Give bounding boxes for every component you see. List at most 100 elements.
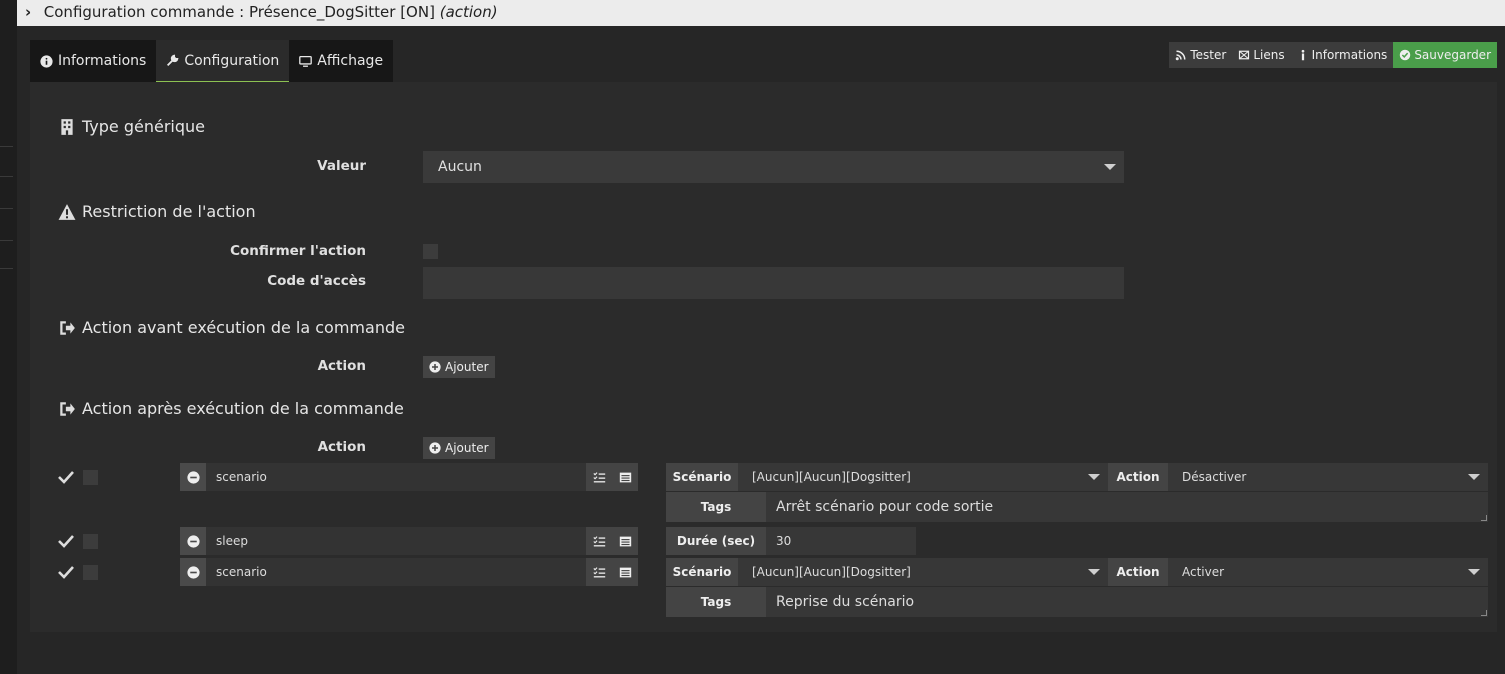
resize-handle-icon[interactable]	[1481, 610, 1487, 616]
tags-label: Tags	[666, 492, 766, 522]
row-options-checkbox[interactable]	[83, 534, 98, 549]
tab-affichage-label: Affichage	[317, 53, 384, 69]
tester-button[interactable]: Tester	[1169, 42, 1233, 68]
select-command-button[interactable]	[586, 558, 612, 586]
window-titlebar[interactable]: › Configuration commande : Présence_DogS…	[17, 0, 1505, 26]
command-input[interactable]: sleep	[216, 527, 248, 555]
command-input[interactable]: scenario	[216, 463, 267, 491]
window-title: Configuration commande : Présence_DogSit…	[43, 3, 435, 21]
save-label: Sauvegarder	[1414, 48, 1491, 62]
access-code-input[interactable]	[423, 267, 1124, 299]
links-icon	[1239, 50, 1250, 60]
scenario-label: Scénario	[666, 463, 738, 491]
before-action-label: Action	[317, 358, 366, 374]
action-value: Activer	[1182, 565, 1225, 579]
configuration-panel: Type générique Valeur Aucun Restriction …	[30, 82, 1497, 632]
remove-action-button[interactable]	[180, 463, 206, 491]
window-title-suffix: (action)	[439, 3, 498, 21]
access-code-label: Code d'accès	[267, 273, 366, 289]
minus-circle-icon	[186, 565, 200, 579]
enabled-check-icon[interactable]	[58, 470, 74, 484]
scenario-select[interactable]: [Aucun][Aucun][Dogsitter]	[738, 463, 1108, 491]
tab-informations[interactable]: Informations	[30, 40, 157, 82]
warning-icon	[58, 203, 76, 220]
caret-down-icon	[1468, 474, 1480, 480]
table-row: scenario	[180, 463, 638, 491]
tags-textarea[interactable]: Reprise du scénario	[766, 587, 1488, 617]
section-generic-type: Type générique	[58, 117, 205, 136]
action-value: Désactiver	[1182, 470, 1247, 484]
save-button[interactable]: Sauvegarder	[1393, 42, 1497, 68]
action-select[interactable]: Activer	[1168, 558, 1488, 586]
tags-label: Tags	[666, 587, 766, 617]
resize-handle-icon[interactable]	[1481, 515, 1487, 521]
after-add-button[interactable]: Ajouter	[423, 437, 495, 459]
section-title: Type générique	[82, 117, 205, 136]
add-label: Ajouter	[445, 441, 489, 455]
generic-type-select[interactable]: Aucun	[423, 151, 1124, 183]
section-restriction: Restriction de l'action	[58, 202, 256, 221]
tags-value: Arrêt scénario pour code sortie	[776, 499, 994, 515]
tasks-icon	[592, 471, 605, 482]
minus-circle-icon	[186, 470, 200, 484]
tags-textarea[interactable]: Arrêt scénario pour code sortie	[766, 492, 1488, 522]
top-toolbar: Tester Liens Informations Sauvegarder	[1169, 42, 1497, 68]
row-options-checkbox[interactable]	[83, 565, 98, 580]
tags-value: Reprise du scénario	[776, 594, 915, 610]
info-circle-icon	[40, 54, 53, 68]
list-command-button[interactable]	[612, 463, 638, 491]
table-row: scenario	[180, 558, 638, 586]
tab-affichage[interactable]: Affichage	[289, 40, 394, 82]
action-label: Action	[1108, 558, 1168, 586]
caret-down-icon	[1104, 164, 1116, 170]
after-action-label: Action	[317, 439, 366, 455]
tab-configuration[interactable]: Configuration	[156, 40, 290, 82]
section-after-action: Action après exécution de la commande	[58, 399, 404, 418]
scenario-select[interactable]: [Aucun][Aucun][Dogsitter]	[738, 558, 1108, 586]
scenario-label: Scénario	[666, 558, 738, 586]
tasks-icon	[592, 535, 605, 546]
plus-circle-icon	[429, 442, 441, 454]
tab-informations-label: Informations	[58, 53, 147, 69]
caret-down-icon	[1088, 474, 1100, 480]
list-alt-icon	[619, 567, 631, 577]
duree-input[interactable]: 30	[766, 527, 916, 555]
chevron-right-icon: ›	[25, 3, 32, 21]
section-title: Action avant exécution de la commande	[82, 318, 405, 337]
info-icon	[1301, 49, 1304, 61]
list-alt-icon	[619, 536, 631, 546]
section-before-action: Action avant exécution de la commande	[58, 318, 405, 337]
tab-bar: Informations Configuration Affichage	[30, 40, 394, 82]
monitor-icon	[299, 55, 313, 67]
list-command-button[interactable]	[612, 527, 638, 555]
caret-down-icon	[1088, 569, 1100, 575]
section-title: Action après exécution de la commande	[82, 399, 404, 418]
scenario-value: [Aucun][Aucun][Dogsitter]	[752, 565, 911, 579]
add-label: Ajouter	[445, 360, 489, 374]
list-command-button[interactable]	[612, 558, 638, 586]
enabled-check-icon[interactable]	[58, 534, 74, 548]
select-command-button[interactable]	[586, 527, 612, 555]
informations-button[interactable]: Informations	[1290, 42, 1394, 68]
enabled-check-icon[interactable]	[58, 565, 74, 579]
liens-button[interactable]: Liens	[1232, 42, 1291, 68]
before-add-button[interactable]: Ajouter	[423, 356, 495, 378]
liens-label: Liens	[1253, 48, 1285, 62]
confirm-label: Confirmer l'action	[230, 243, 366, 259]
command-input[interactable]: scenario	[216, 558, 267, 586]
minus-circle-icon	[186, 534, 200, 548]
valeur-label: Valeur	[317, 158, 366, 174]
generic-type-value: Aucun	[438, 159, 482, 175]
remove-action-button[interactable]	[180, 558, 206, 586]
remove-action-button[interactable]	[180, 527, 206, 555]
confirm-checkbox[interactable]	[423, 244, 438, 259]
row-options-checkbox[interactable]	[83, 470, 98, 485]
informations-label: Informations	[1311, 48, 1388, 62]
table-row: sleep	[180, 527, 638, 555]
tasks-icon	[592, 566, 605, 577]
tab-configuration-label: Configuration	[184, 52, 280, 69]
action-select[interactable]: Désactiver	[1168, 463, 1488, 491]
tester-label: Tester	[1190, 48, 1227, 62]
caret-down-icon	[1468, 569, 1480, 575]
select-command-button[interactable]	[586, 463, 612, 491]
